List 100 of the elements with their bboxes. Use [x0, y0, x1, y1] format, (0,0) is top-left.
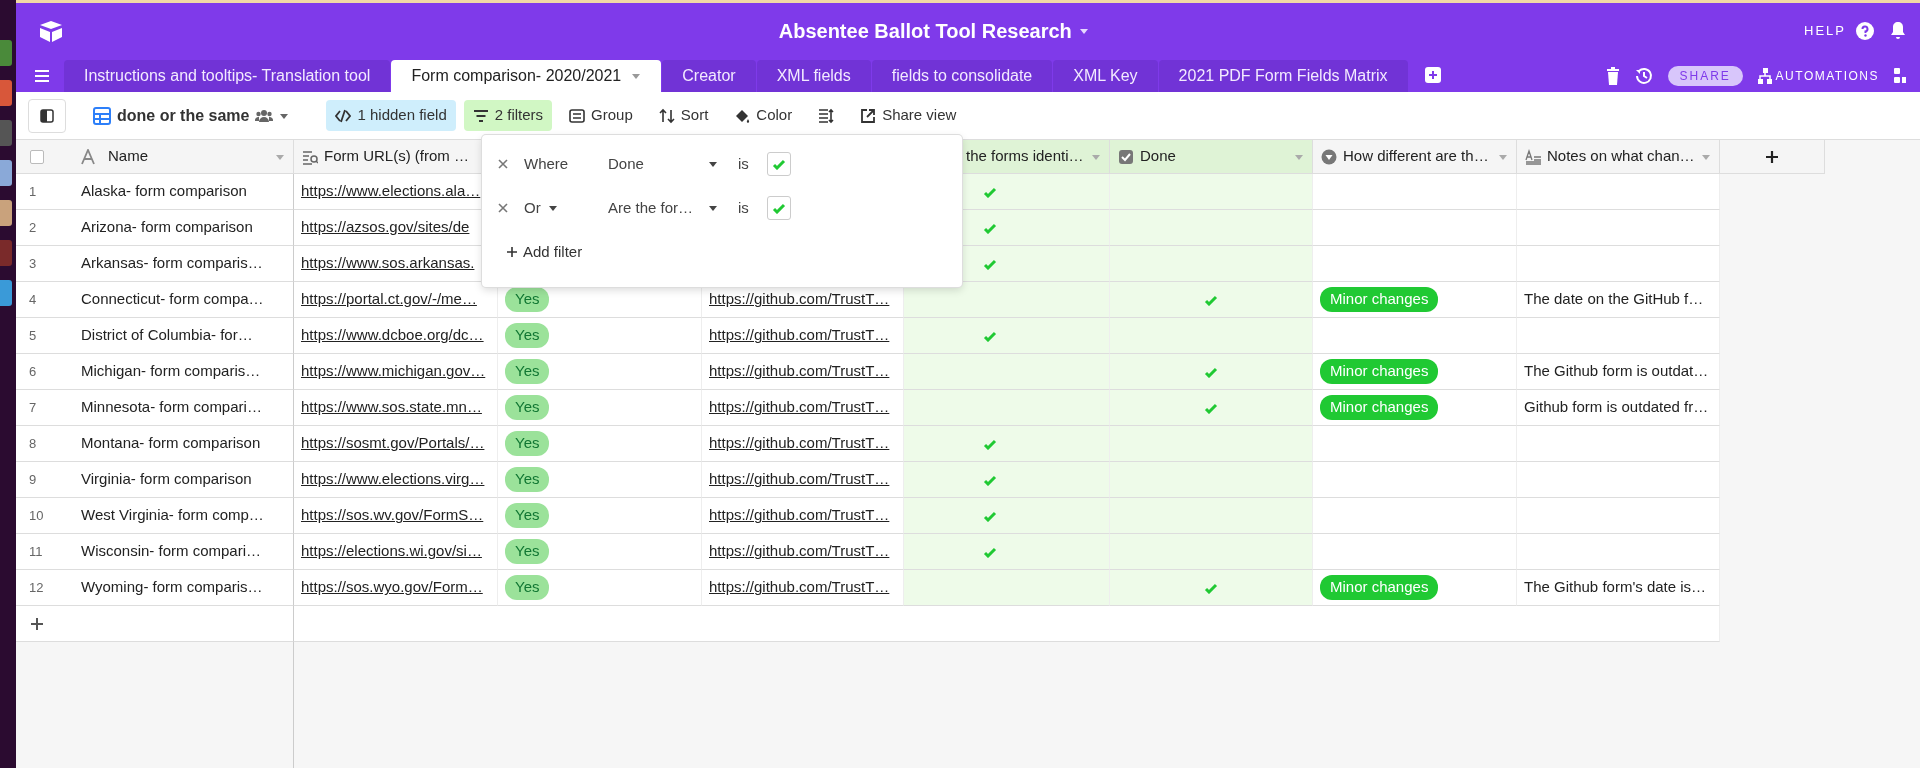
url-link[interactable]: https://www.sos.state.mn…: [301, 396, 482, 419]
url-link[interactable]: https://github.com/TrustT…: [709, 468, 890, 491]
name-cell[interactable]: Arizona- form comparison: [81, 216, 253, 239]
dock-icon[interactable]: [0, 240, 12, 266]
logo-icon[interactable]: [38, 18, 64, 43]
check-icon[interactable]: [1204, 581, 1218, 594]
base-title[interactable]: Absentee Ballot Tool Research: [778, 15, 1072, 46]
help-link[interactable]: HELP: [1804, 20, 1846, 41]
name-cell[interactable]: Wisconsin- form compari…: [81, 540, 262, 563]
sheet-tab[interactable]: Creator: [662, 60, 756, 92]
url-link[interactable]: https://github.com/TrustT…: [709, 360, 890, 383]
dock-icon[interactable]: [0, 120, 12, 146]
url-link[interactable]: https://elections.wi.gov/si…: [301, 540, 482, 563]
dock-icon[interactable]: [0, 40, 12, 66]
check-icon[interactable]: [983, 545, 997, 558]
dock-icon[interactable]: [0, 160, 12, 186]
share-view-button[interactable]: Share view: [851, 100, 966, 131]
url-link[interactable]: https://sosmt.gov/Portals/…: [301, 432, 485, 455]
name-cell[interactable]: Wyoming- form comparis…: [81, 576, 263, 599]
dock-icon[interactable]: [0, 200, 12, 226]
url-link[interactable]: https://github.com/TrustT…: [709, 324, 890, 347]
url-link[interactable]: https://sos.wv.gov/FormS…: [301, 504, 484, 527]
check-icon[interactable]: [983, 437, 997, 450]
add-filter-button[interactable]: Add filter: [498, 237, 592, 268]
name-cell[interactable]: Minnesota- form compari…: [81, 396, 262, 419]
add-sheet-icon[interactable]: [1424, 67, 1441, 83]
name-cell[interactable]: Virginia- form comparison: [81, 468, 252, 491]
sheet-tab[interactable]: XML fields: [756, 60, 871, 92]
sheet-tab[interactable]: 2021 PDF Form Fields Matrix: [1158, 60, 1408, 92]
column-header[interactable]: How different are th…: [1313, 140, 1517, 174]
automations-button[interactable]: AUTOMATIONS: [1757, 67, 1879, 85]
url-link[interactable]: https://portal.ct.gov/-/me…: [301, 288, 477, 311]
trash-icon[interactable]: [1605, 67, 1620, 85]
url-link[interactable]: https://www.michigan.gov…: [301, 360, 486, 383]
color-button[interactable]: Color: [725, 100, 802, 131]
column-header[interactable]: Done: [1110, 140, 1313, 174]
sheet-tab[interactable]: Form comparison- 2020/2021: [391, 60, 662, 92]
add-field-icon[interactable]: [1765, 149, 1779, 164]
close-icon[interactable]: [498, 203, 508, 213]
column-title: Name: [108, 146, 149, 167]
check-icon[interactable]: [1204, 293, 1218, 306]
column-header[interactable]: Name: [16, 140, 294, 174]
check-icon[interactable]: [983, 221, 997, 234]
help-icon[interactable]: [1856, 21, 1874, 40]
url-link[interactable]: https://azsos.gov/sites/de: [301, 216, 470, 239]
check-icon[interactable]: [983, 329, 997, 342]
caret-icon[interactable]: [1079, 26, 1090, 35]
column-header[interactable]: Notes on what chan…: [1517, 140, 1720, 174]
sheet-tab[interactable]: XML Key: [1053, 60, 1158, 92]
url-link[interactable]: https://www.elections.ala…: [301, 180, 481, 203]
add-row-icon[interactable]: [31, 617, 43, 630]
group-button[interactable]: Group: [560, 100, 642, 131]
caret-icon[interactable]: [708, 160, 718, 168]
select-all-checkbox[interactable]: [30, 149, 44, 164]
url-link[interactable]: https://github.com/TrustT…: [709, 540, 890, 563]
name-cell[interactable]: Arkansas- form comparis…: [81, 252, 263, 275]
hierarchy-icon[interactable]: [1757, 68, 1772, 84]
check-icon[interactable]: [1204, 401, 1218, 414]
caret-icon[interactable]: [708, 204, 718, 212]
url-link[interactable]: https://github.com/TrustT…: [709, 504, 890, 527]
url-link[interactable]: https://sos.wyo.gov/Form…: [301, 576, 483, 599]
url-link[interactable]: https://github.com/TrustT…: [709, 396, 890, 419]
share-button[interactable]: SHARE: [1667, 66, 1743, 86]
notes-cell-text: The Github form is outdat…: [1524, 361, 1709, 382]
field-dropdown[interactable]: Are the for…: [608, 196, 718, 220]
field-dropdown[interactable]: Done: [608, 152, 718, 176]
value-checkbox[interactable]: [766, 196, 791, 220]
check-icon[interactable]: [983, 185, 997, 198]
bell-icon[interactable]: [1890, 20, 1906, 41]
value-checkbox[interactable]: [766, 152, 791, 176]
conjunction-dropdown[interactable]: Or: [524, 196, 602, 220]
url-link[interactable]: https://github.com/TrustT…: [709, 576, 890, 599]
check-icon[interactable]: [1204, 365, 1218, 378]
history-icon[interactable]: [1634, 67, 1653, 85]
dock-icon[interactable]: [0, 280, 12, 306]
check-icon[interactable]: [983, 509, 997, 522]
check-icon[interactable]: [983, 257, 997, 270]
name-cell[interactable]: District of Columbia- for…: [81, 324, 253, 347]
url-link[interactable]: https://github.com/TrustT…: [709, 288, 890, 311]
url-link[interactable]: https://github.com/TrustT…: [709, 432, 890, 455]
close-icon[interactable]: [498, 159, 508, 169]
view-switcher[interactable]: done or the same: [84, 99, 299, 132]
url-link[interactable]: https://www.dcboe.org/dc…: [301, 324, 484, 347]
name-cell[interactable]: Connecticut- form compa…: [81, 288, 264, 311]
name-cell[interactable]: Montana- form comparison: [81, 432, 261, 455]
sidebar-toggle[interactable]: [28, 98, 66, 133]
check-icon[interactable]: [983, 473, 997, 486]
name-cell[interactable]: Michigan- form comparis…: [81, 360, 261, 383]
apps-icon[interactable]: [1894, 68, 1906, 84]
hidden-fields-button[interactable]: 1 hidden field: [326, 100, 456, 131]
url-link[interactable]: https://www.elections.virg…: [301, 468, 485, 491]
url-link[interactable]: https://www.sos.arkansas.: [301, 252, 475, 275]
dock-icon[interactable]: [0, 80, 12, 106]
sheet-tab[interactable]: fields to consolidate: [871, 60, 1053, 92]
sort-button[interactable]: Sort: [649, 100, 718, 131]
name-cell[interactable]: Alaska- form comparison: [81, 180, 247, 203]
name-cell[interactable]: West Virginia- form comp…: [81, 504, 264, 527]
filter-button[interactable]: 2 filters: [463, 100, 553, 131]
sheet-tab[interactable]: Instructions and tooltips- Translation tool: [64, 60, 391, 92]
caret-icon[interactable]: [548, 204, 559, 212]
